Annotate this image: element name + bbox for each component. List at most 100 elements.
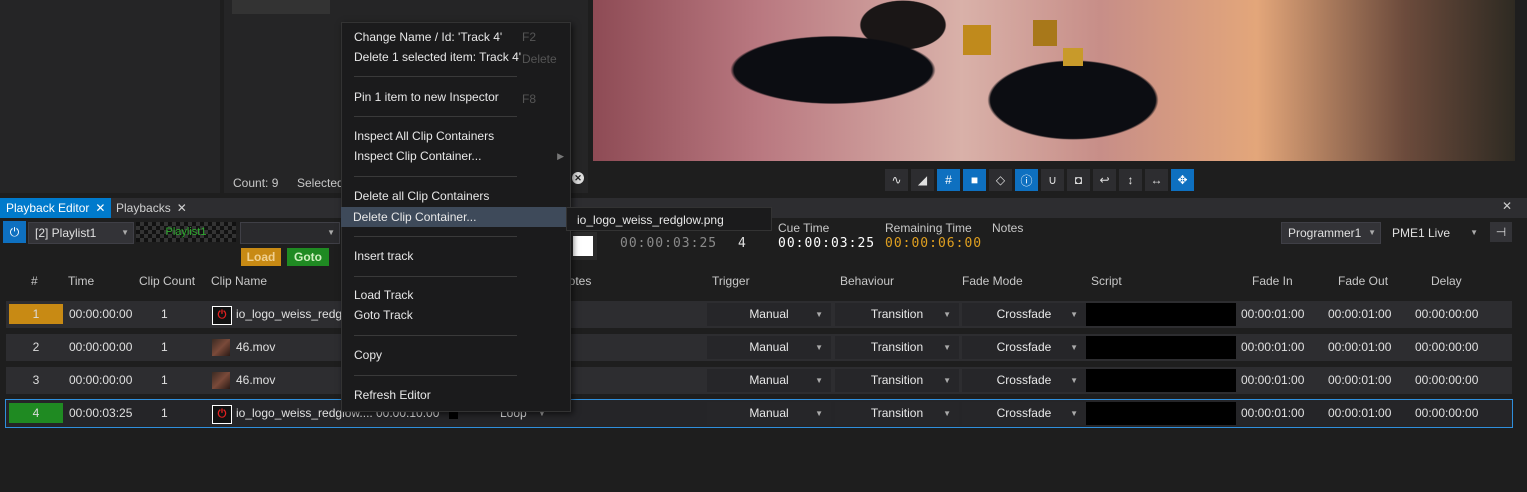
menu-inspect-one[interactable]: Inspect Clip Container... ▶ [342, 146, 570, 166]
fade-mode-select[interactable]: Crossfade ▼ [962, 336, 1086, 359]
menu-pin-inspector[interactable]: Pin 1 item to new Inspector F8 [342, 87, 570, 107]
row-fade-out: 00:00:01:00 [1328, 373, 1392, 387]
row-time: 00:00:03:25 [69, 406, 133, 420]
table-row[interactable]: 3 00:00:00:00 1 46.mov Manual ▼ Transitio… [6, 367, 1512, 394]
col-delay[interactable]: Delay [1431, 274, 1462, 288]
power-button[interactable]: ⏻ [3, 221, 26, 243]
row-delay: 00:00:00:00 [1415, 373, 1479, 387]
menu-delete-one[interactable]: Delete Clip Container... [341, 207, 569, 227]
menu-goto-track[interactable]: Goto Track [342, 305, 570, 325]
row-clip-count: 1 [161, 373, 168, 387]
table-row[interactable]: 2 00:00:00:00 1 46.mov Manual ▼ Transitio… [6, 334, 1512, 361]
trigger-select[interactable]: Manual ▼ [707, 369, 831, 392]
menu-change-name[interactable]: Change Name / Id: 'Track 4' F2 [342, 27, 570, 47]
cue-time: 00:00:03:25 [778, 236, 876, 251]
playlist-select[interactable]: [2] Playlist1 ▼ [28, 222, 134, 244]
behaviour-select[interactable]: Transition ▼ [835, 303, 959, 326]
row-clip-count: 1 [161, 406, 168, 420]
fade-mode-select[interactable]: Crossfade ▼ [962, 369, 1086, 392]
status-swatch [569, 232, 597, 260]
row-clip-count: 1 [161, 340, 168, 354]
script-field[interactable] [1086, 303, 1236, 326]
row-fade-in: 00:00:01:00 [1241, 406, 1305, 420]
menu-delete-all[interactable]: Delete all Clip Containers [342, 186, 570, 206]
snapshot-icon[interactable]: ◘ [1067, 169, 1090, 191]
col-fade-in[interactable]: Fade In [1252, 274, 1293, 288]
row-clip-name: io_logo_weiss_redgl [236, 307, 345, 321]
row-time: 00:00:00:00 [69, 340, 133, 354]
magnet-icon[interactable]: ∪ [1041, 169, 1064, 191]
trigger-select[interactable]: Manual ▼ [707, 303, 831, 326]
row-fade-out: 00:00:01:00 [1328, 340, 1392, 354]
remaining-time: 00:00:06:00 [885, 236, 983, 251]
row-time: 00:00:00:00 [69, 373, 133, 387]
close-circle-icon[interactable]: ✕ [572, 172, 584, 184]
notes-label: Notes [992, 221, 1024, 235]
col-trigger[interactable]: Trigger [712, 274, 750, 288]
close-icon[interactable]: ✕ [95, 201, 105, 215]
programmer-select[interactable]: Programmer1 ▼ [1281, 222, 1381, 244]
col-script[interactable]: Script [1091, 274, 1122, 288]
script-field[interactable] [1086, 402, 1236, 425]
current-time: 00:00:03:25 [620, 236, 718, 251]
behaviour-select[interactable]: Transition ▼ [835, 402, 959, 425]
logo-thumbnail-icon: ⏻ [212, 306, 232, 325]
left-panel [0, 0, 220, 193]
selected-label: Selected [297, 176, 344, 190]
submenu-clip-item[interactable]: io_logo_weiss_redglow.png [566, 207, 772, 231]
col-fade-mode[interactable]: Fade Mode [962, 274, 1023, 288]
col-behaviour[interactable]: Behaviour [840, 274, 894, 288]
script-field[interactable] [1086, 336, 1236, 359]
table-row-selected[interactable]: 4 00:00:03:25 1 ⏻ io_logo_weiss_redglow.… [5, 399, 1513, 428]
row-number: 1 [9, 304, 63, 324]
move-icon[interactable]: ✥ [1171, 169, 1194, 191]
fade-mode-select[interactable]: Crossfade ▼ [962, 303, 1086, 326]
video-thumbnail-icon [212, 339, 230, 356]
context-menu: Change Name / Id: 'Track 4' F2 Delete 1 s… [341, 22, 571, 412]
col-clip-name[interactable]: Clip Name [211, 274, 267, 288]
camera-icon[interactable]: ■ [963, 169, 986, 191]
behaviour-select[interactable]: Transition ▼ [835, 336, 959, 359]
script-field[interactable] [1086, 369, 1236, 392]
load-button[interactable]: Load [241, 248, 281, 266]
menu-insert-track[interactable]: Insert track [342, 246, 570, 266]
undo-icon[interactable]: ↩ [1093, 169, 1116, 191]
current-index: 4 [738, 236, 747, 251]
video-preview [593, 0, 1515, 161]
fit-width-icon[interactable]: ↔ [1145, 169, 1168, 191]
playlist-secondary-select[interactable]: ▼ [240, 222, 340, 244]
tab-playback-editor[interactable]: Playback Editor ✕ [0, 198, 112, 218]
behaviour-select[interactable]: Transition ▼ [835, 369, 959, 392]
panel-close-icon[interactable]: ✕ [1502, 199, 1512, 213]
gradient-icon[interactable]: ◢ [911, 169, 934, 191]
clip-list-item[interactable] [232, 0, 330, 14]
table-row[interactable]: 1 00:00:00:00 1 ⏻ io_logo_weiss_redgl Ma… [6, 301, 1512, 328]
col-clip-count[interactable]: Clip Count [139, 274, 195, 288]
close-icon[interactable]: ✕ [177, 201, 187, 215]
info-icon[interactable]: ⓘ [1015, 169, 1038, 191]
goto-button[interactable]: Goto [287, 248, 329, 266]
fit-height-icon[interactable]: ↕ [1119, 169, 1142, 191]
row-fade-in: 00:00:01:00 [1241, 340, 1305, 354]
trigger-select[interactable]: Manual ▼ [707, 402, 831, 425]
col-fade-out[interactable]: Fade Out [1338, 274, 1388, 288]
waveform-icon[interactable]: ∿ [885, 169, 908, 191]
tab-playbacks[interactable]: Playbacks ✕ [110, 198, 193, 218]
menu-refresh[interactable]: Refresh Editor [342, 385, 570, 405]
row-number: 3 [32, 373, 40, 387]
playlist-preview: Playlist1 [136, 222, 236, 242]
row-number: 4 [9, 403, 63, 423]
grid-icon[interactable]: # [937, 169, 960, 191]
menu-inspect-all[interactable]: Inspect All Clip Containers [342, 126, 570, 146]
menu-copy[interactable]: Copy [342, 345, 570, 365]
menu-delete-selected[interactable]: Delete 1 selected item: Track 4' Delete [342, 47, 570, 67]
menu-load-track[interactable]: Load Track [342, 285, 570, 305]
pme-select[interactable]: PME1 Live ▼ [1385, 222, 1483, 244]
erase-icon[interactable]: ◇ [989, 169, 1012, 191]
pin-icon[interactable]: ⊣ [1490, 222, 1512, 242]
col-num[interactable]: # [31, 274, 38, 288]
fade-mode-select[interactable]: Crossfade ▼ [962, 402, 1086, 425]
row-clip-count: 1 [161, 307, 168, 321]
col-time[interactable]: Time [68, 274, 94, 288]
trigger-select[interactable]: Manual ▼ [707, 336, 831, 359]
